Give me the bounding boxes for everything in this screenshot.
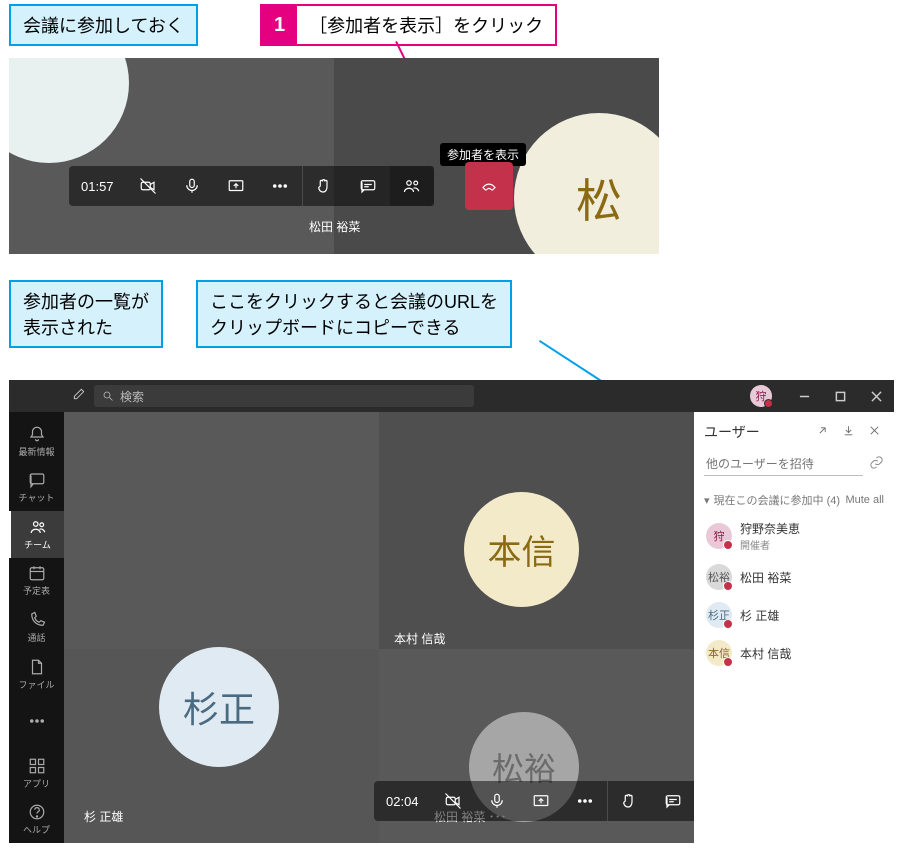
participant-avatar: 狩 [706, 523, 732, 549]
video-tile-left [9, 58, 334, 254]
annotation-result: 参加者の一覧が 表示された [9, 280, 163, 348]
caption-motomura: 本村 信哉 [394, 630, 445, 647]
call-duration-2: 02:04 [374, 794, 431, 809]
participant-name: 狩野奈美恵 [740, 520, 800, 537]
participant-role: 開催者 [740, 537, 800, 552]
avatar-left [9, 58, 129, 163]
avatar-sugi: 杉正 [159, 647, 279, 767]
raise-hand-button[interactable] [302, 166, 346, 206]
participants-panel-header: ユーザー [694, 412, 894, 448]
camera-toggle-button-2[interactable] [431, 781, 475, 821]
meeting-toolbar-1: 01:57 [69, 166, 434, 206]
annotation-step-1: 1 ［参加者を表示］をクリック [260, 4, 557, 46]
hang-up-button[interactable] [465, 162, 513, 210]
participant-name: 本村 信哉 [740, 645, 791, 662]
participant-avatar: 杉正 [706, 602, 732, 628]
participants-list: 狩狩野奈美恵開催者松裕松田 裕菜杉正杉 正雄本信本村 信哉 [694, 512, 894, 674]
search-placeholder: 検索 [120, 388, 144, 405]
rail-calls[interactable]: 通話 [9, 604, 64, 651]
share-screen-button-2[interactable] [519, 781, 563, 821]
window-close-button[interactable] [858, 380, 894, 412]
rail-help[interactable]: ヘルプ [9, 797, 64, 844]
rail-activity[interactable]: 最新情報 [9, 418, 64, 465]
rail-label: 予定表 [23, 584, 50, 597]
rail-label: 最新情報 [18, 445, 54, 458]
mic-toggle-button-2[interactable] [475, 781, 519, 821]
more-actions-button-2[interactable] [563, 781, 607, 821]
rail-label: アプリ [23, 777, 50, 790]
participant-avatar: 松裕 [706, 564, 732, 590]
share-screen-button[interactable] [214, 166, 258, 206]
avatar-motomura: 本信 [464, 492, 579, 607]
rail-label: ファイル [18, 678, 54, 691]
participants-panel: ユーザー ▾ 現在この会議に参加中 (4) Mute all 狩狩野奈美恵開催者… [694, 412, 894, 843]
participant-item[interactable]: 杉正杉 正雄 [698, 596, 890, 634]
rail-apps[interactable]: アプリ [9, 750, 64, 797]
mic-toggle-button[interactable] [170, 166, 214, 206]
rail-teams[interactable]: チーム [9, 511, 64, 558]
close-panel-icon[interactable] [864, 424, 884, 440]
profile-avatar[interactable]: 狩 [750, 385, 772, 407]
compose-icon[interactable] [64, 387, 94, 406]
download-icon[interactable] [838, 424, 858, 440]
annotation-precondition: 会議に参加しておく [9, 4, 198, 46]
participant-name: 杉 正雄 [740, 607, 779, 624]
titlebar: 検索 狩 [9, 380, 894, 412]
caption-sugi: 杉 正雄 [84, 808, 123, 825]
participants-panel-title: ユーザー [704, 422, 760, 442]
window-minimize-button[interactable] [786, 380, 822, 412]
annotation-hint: ここをクリックすると会議のURLを クリップボードにコピーできる [196, 280, 512, 348]
search-icon [102, 390, 114, 402]
meeting-panel-top: 松 参加者を表示 01:57 松田 裕菜 [9, 58, 659, 254]
app-rail: 最新情報 チャット チーム 予定表 通話 ファイル アプリ ヘルプ [9, 412, 64, 843]
participant-name: 松田 裕菜 [740, 569, 791, 586]
window-maximize-button[interactable] [822, 380, 858, 412]
rail-more[interactable] [9, 697, 64, 744]
copy-link-icon[interactable] [869, 455, 884, 473]
invite-input[interactable] [704, 452, 863, 476]
call-duration: 01:57 [69, 179, 126, 194]
step-text: ［参加者を表示］をクリック [297, 6, 555, 44]
participant-caption: 松田 裕菜 [309, 218, 360, 235]
rail-label: チーム [24, 538, 51, 551]
show-participants-button[interactable] [390, 166, 434, 206]
step-number: 1 [262, 6, 297, 44]
rail-calendar[interactable]: 予定表 [9, 558, 64, 605]
participant-item[interactable]: 狩狩野奈美恵開催者 [698, 514, 890, 558]
raise-hand-button-2[interactable] [607, 781, 651, 821]
participant-avatar: 本信 [706, 640, 732, 666]
mute-all-button[interactable]: Mute all [845, 494, 884, 506]
search-input[interactable]: 検索 [94, 385, 474, 407]
participant-item[interactable]: 松裕松田 裕菜 [698, 558, 890, 596]
rail-label: ヘルプ [23, 823, 50, 836]
section-label: 現在この会議に参加中 (4) [714, 492, 841, 508]
more-actions-button[interactable] [258, 166, 302, 206]
teams-window: 検索 狩 最新情報 チャット チーム 予定表 通話 ファイル アプリ ヘルプ 杉… [9, 380, 894, 843]
participant-item[interactable]: 本信本村 信哉 [698, 634, 890, 672]
popout-icon[interactable] [812, 424, 832, 440]
chat-button-2[interactable] [651, 781, 695, 821]
rail-label: チャット [19, 491, 55, 504]
rail-chat[interactable]: チャット [9, 465, 64, 512]
meeting-stage: 杉正 本信 松裕 杉 正雄 本村 信哉 松田 裕菜 ･･･ 02:04 [64, 412, 694, 843]
camera-toggle-button[interactable] [126, 166, 170, 206]
avatar-right: 松 [514, 113, 659, 254]
rail-label: 通話 [27, 631, 45, 644]
participants-section-header[interactable]: ▾ 現在この会議に参加中 (4) Mute all [694, 488, 894, 512]
video-tile-1 [64, 412, 379, 649]
chat-button[interactable] [346, 166, 390, 206]
rail-files[interactable]: ファイル [9, 651, 64, 698]
